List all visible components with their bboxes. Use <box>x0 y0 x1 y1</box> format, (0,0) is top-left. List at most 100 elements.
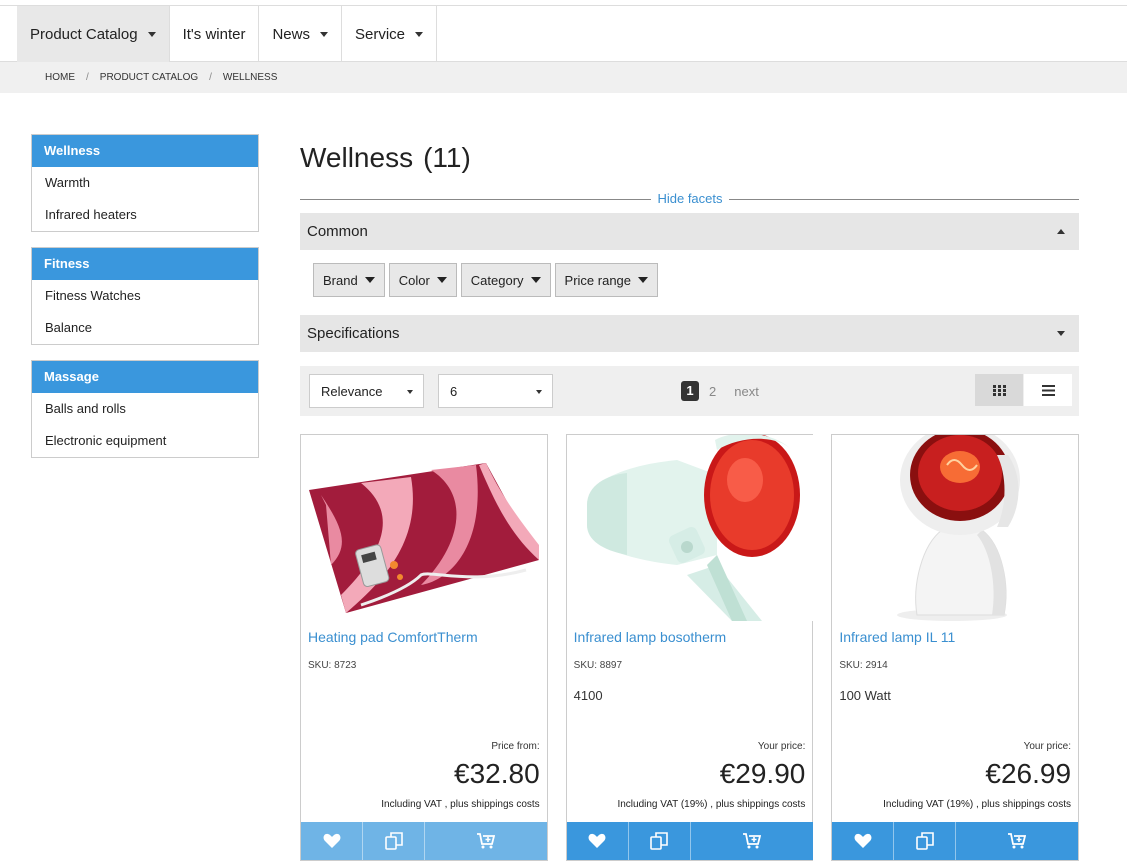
facet-section-label: Specifications <box>307 325 400 342</box>
product-spec: 100 Watt <box>839 688 891 703</box>
listing-toolbar: Relevance 6 1 2 next <box>300 366 1079 416</box>
divider-line <box>729 199 1079 200</box>
cart-plus-icon <box>742 833 761 849</box>
sidebar-item-infrared-heaters[interactable]: Infrared heaters <box>32 199 258 231</box>
facet-section-specifications[interactable]: Specifications <box>300 315 1079 352</box>
facet-label: Brand <box>323 272 358 288</box>
facet-label: Price range <box>564 272 632 288</box>
breadcrumb-home[interactable]: HOME <box>45 72 75 83</box>
add-to-cart-button[interactable] <box>425 822 547 860</box>
nav-label: Product Catalog <box>30 25 138 43</box>
facet-price-range-button[interactable]: Price range <box>554 263 659 297</box>
hide-facets-divider: Hide facets <box>300 191 1079 209</box>
heart-icon <box>588 833 606 848</box>
compare-icon <box>916 832 934 850</box>
per-page-value: 6 <box>450 384 458 399</box>
hide-facets-link[interactable]: Hide facets <box>651 191 729 206</box>
product-actions <box>566 822 813 860</box>
category-heading[interactable]: Massage <box>32 361 258 393</box>
main-nav: Product Catalog It's winter News Service <box>17 6 438 62</box>
add-to-cart-button[interactable] <box>690 822 813 860</box>
breadcrumb-product-catalog[interactable]: PRODUCT CATALOG <box>100 72 198 83</box>
compare-icon <box>384 832 403 850</box>
infrared-lamp-image <box>832 435 1079 621</box>
breadcrumb-bar: HOME / PRODUCT CATALOG / WELLNESS <box>0 62 1127 93</box>
caret-down-icon <box>530 277 541 283</box>
nav-its-winter[interactable]: It's winter <box>170 6 260 62</box>
product-price: €32.80 <box>454 758 540 789</box>
infrared-lamp-image <box>566 435 813 621</box>
nav-product-catalog[interactable]: Product Catalog <box>17 6 170 62</box>
page-2-link[interactable]: 2 <box>707 384 718 399</box>
vat-note: Including VAT , plus shippings costs <box>381 799 540 810</box>
chevron-down-icon <box>1057 331 1065 336</box>
category-group-wellness: Wellness Warmth Infrared heaters <box>31 134 259 232</box>
product-sku: SKU: 8897 <box>573 660 623 671</box>
heart-icon <box>854 833 872 848</box>
add-to-wishlist-button[interactable] <box>566 822 629 860</box>
sidebar-item-balls-and-rolls[interactable]: Balls and rolls <box>32 393 258 425</box>
list-icon <box>1041 384 1055 396</box>
add-to-cart-button[interactable] <box>956 822 1079 860</box>
heart-icon <box>323 833 340 848</box>
vat-note: Including VAT (19%) , plus shippings cos… <box>617 799 806 810</box>
facet-category-button[interactable]: Category <box>460 263 551 297</box>
facet-brand-button[interactable]: Brand <box>313 263 385 297</box>
grid-view-button[interactable] <box>975 374 1023 406</box>
sidebar-item-warmth[interactable]: Warmth <box>32 167 258 199</box>
price-label: Your price: <box>757 741 806 752</box>
price-label: Your price: <box>1023 741 1072 752</box>
chevron-down-icon <box>319 31 328 37</box>
chevron-down-icon <box>415 31 424 37</box>
per-page-select[interactable]: 6 <box>438 374 553 408</box>
page-title: Wellness (11) <box>300 142 471 174</box>
product-sku: SKU: 2914 <box>839 660 888 671</box>
breadcrumb-current: WELLNESS <box>222 72 278 83</box>
breadcrumb-separator: / <box>86 72 89 83</box>
facet-section-common[interactable]: Common <box>300 213 1079 250</box>
product-actions <box>301 822 547 860</box>
compare-button[interactable] <box>894 822 957 860</box>
nav-label: News <box>272 25 310 43</box>
page-title-text: Wellness <box>300 142 414 173</box>
sidebar-item-balance[interactable]: Balance <box>32 312 258 344</box>
nav-service[interactable]: Service <box>342 6 438 62</box>
compare-button[interactable] <box>628 822 691 860</box>
sidebar-item-fitness-watches[interactable]: Fitness Watches <box>32 280 258 312</box>
top-navigation: Product Catalog It's winter News Service <box>0 5 1127 62</box>
nav-label: Service <box>354 25 406 43</box>
compare-button[interactable] <box>363 822 425 860</box>
sort-select[interactable]: Relevance <box>309 374 424 408</box>
caret-down-icon <box>436 277 447 283</box>
product-price: €29.90 <box>719 758 806 789</box>
list-view-button[interactable] <box>1024 374 1072 406</box>
product-image-bosotherm[interactable] <box>566 435 813 621</box>
grid-icon <box>992 384 1006 396</box>
product-image-heating-pad[interactable] <box>301 435 547 621</box>
category-group-fitness: Fitness Fitness Watches Balance <box>31 247 259 345</box>
product-spec: 4100 <box>573 688 603 703</box>
category-heading[interactable]: Fitness <box>32 248 258 280</box>
breadcrumb-separator: / <box>209 72 212 83</box>
cart-plus-icon <box>1008 833 1027 849</box>
chevron-down-icon <box>147 31 156 37</box>
nav-news[interactable]: News <box>259 6 342 62</box>
category-heading[interactable]: Wellness <box>32 135 258 167</box>
add-to-wishlist-button[interactable] <box>832 822 895 860</box>
product-name-link[interactable]: Heating pad ComfortTherm <box>308 629 478 645</box>
chevron-up-icon <box>1057 229 1065 234</box>
caret-down-icon <box>536 390 542 394</box>
product-price: €26.99 <box>985 758 1072 789</box>
product-name-link[interactable]: Infrared lamp IL 11 <box>839 629 955 645</box>
product-card: Infrared lamp IL 11 SKU: 2914 100 Watt Y… <box>831 434 1080 861</box>
next-page-link[interactable]: next <box>734 384 759 399</box>
nav-label: It's winter <box>182 25 246 43</box>
facet-label: Category <box>470 272 524 288</box>
product-name-link[interactable]: Infrared lamp bosotherm <box>574 629 727 645</box>
sidebar-item-electronic-equipment[interactable]: Electronic equipment <box>32 425 258 457</box>
facet-color-button[interactable]: Color <box>388 263 457 297</box>
add-to-wishlist-button[interactable] <box>301 822 363 860</box>
product-card: Heating pad ComfortTherm SKU: 8723 Price… <box>300 434 548 861</box>
facet-section-label: Common <box>307 223 368 240</box>
product-image-il11[interactable] <box>832 435 1079 621</box>
